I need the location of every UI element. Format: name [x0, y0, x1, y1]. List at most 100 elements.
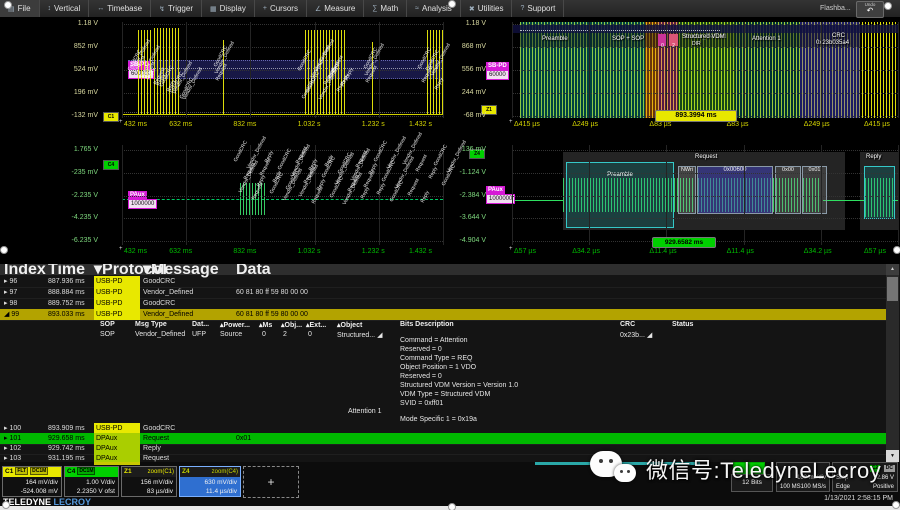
c1-channel-marker[interactable]: C1 [103, 112, 119, 122]
add-trace-button[interactable]: + [243, 466, 299, 498]
y-axis-tick: 852 mV [38, 43, 98, 50]
descriptor-box-c1[interactable]: C1FLTDC1M164 mV/div-524.008 mV [2, 466, 62, 497]
row-data: 60 81 80 ff 59 80 00 00 [236, 287, 308, 298]
sub-col-header[interactable]: ▴Ext... [306, 321, 326, 329]
grid-line-v [898, 22, 899, 118]
selection-handle[interactable] [893, 246, 900, 254]
sub-row-value: 0 [262, 331, 266, 338]
y-axis-tick: 556 mV [426, 66, 486, 73]
scroll-up-button[interactable]: ▲ [886, 264, 899, 275]
decode-frame-header: Vendor_Defined [512, 25, 898, 33]
table-row[interactable]: ◢ 99893.033 msUSB-PDVendor_Defined60 81 … [0, 309, 886, 321]
sub-col-header[interactable]: Msg Type [135, 321, 167, 328]
selection-handle[interactable] [448, 503, 456, 510]
sub-col-header[interactable]: Bits Description [400, 321, 454, 328]
row-protocol-cell: USB-PD [94, 287, 140, 298]
sub-col-header[interactable]: ▴Obj... [281, 321, 302, 329]
menu-item-utilities[interactable]: ✖Utilities [461, 0, 513, 17]
x-axis-tick: Δ34.2 µs [572, 248, 600, 255]
decode-annotation-scribble: GoodCRC [373, 140, 389, 163]
table-header-row: IndexTime▾Protocol▾MessageData [0, 264, 886, 275]
bits-description-line: Object Position = 1 VDO [400, 363, 476, 372]
menu-item-measure[interactable]: ∠Measure [307, 0, 364, 17]
vertical-icon: ↕ [48, 5, 52, 12]
waveform-panel-c4[interactable]: PAux 1000000 GoodCRCVendor_DefinedReques… [122, 145, 443, 245]
col-header-message[interactable]: ▾Message [143, 264, 219, 275]
c4-channel-marker[interactable]: C4 [103, 160, 119, 170]
waveform-panel-z1[interactable]: Vendor_Defined Preamble SOP + SOP 0 2 St… [512, 22, 898, 118]
table-scrollbar[interactable]: ▲ ▼ [886, 264, 899, 462]
sub-col-header[interactable]: Dat... [192, 321, 209, 328]
reply-box [864, 166, 895, 219]
y-axis-tick: -68 mV [426, 112, 486, 119]
grid-line-h [122, 116, 443, 117]
menu-item-label: Utilities [478, 4, 504, 13]
sub-row-value: Structured... ◢ [337, 331, 382, 339]
y-axis-tick: -132 mV [38, 112, 98, 119]
grid-line-h [512, 70, 898, 71]
sub-col-header[interactable]: CRC [620, 321, 635, 328]
menu-item-label: Vertical [54, 4, 80, 13]
x-axis-tick: Δ83 µs [727, 121, 749, 128]
col-header-index[interactable]: Index [4, 264, 46, 275]
menu-item-label: Cursors [270, 4, 298, 13]
menu-item-label: Math [380, 4, 398, 13]
menu-item-timebase[interactable]: ↔Timebase [89, 0, 151, 17]
descriptor-id: Z1 [124, 468, 132, 475]
protocol-results-table[interactable]: IndexTime▾Protocol▾MessageData▸ 96887.93… [0, 264, 900, 466]
grid-line-v [186, 145, 187, 245]
menu-item-vertical[interactable]: ↕Vertical [40, 0, 90, 17]
grid-line-v [122, 145, 123, 245]
waveform-panel-c1[interactable]: SB-PD 600000 GoodCRCVendor_DefinedReques… [122, 22, 443, 118]
trigger-time-marker: + [119, 246, 123, 252]
row-time: 889.752 ms [48, 298, 85, 309]
math-icon: ∑ [372, 5, 377, 12]
x-axis-tick: 832 ms [233, 248, 256, 255]
col-header-time[interactable]: Time [48, 264, 85, 275]
y-axis-tick: 1.765 V [38, 146, 98, 153]
selection-handle[interactable] [2, 501, 10, 509]
grid-line-h [512, 150, 898, 151]
descriptor-box-z1[interactable]: Z1zoom(C1)156 mV/div83 µs/div [121, 466, 177, 497]
menu-item-math[interactable]: ∑Math [364, 0, 407, 17]
x-axis-tick: 632 ms [169, 121, 192, 128]
oscilloscope-app: ▤File↕Vertical↔Timebase↯Trigger▦Display+… [0, 0, 900, 510]
menu-item-support[interactable]: ?Support [512, 0, 564, 17]
sub-col-header[interactable]: ▴Object [337, 321, 362, 329]
decode-bitrate-label: 1000000 [486, 194, 515, 204]
sub-col-header[interactable]: Status [672, 321, 693, 328]
y-axis-tick: 136 mV [426, 146, 486, 153]
x-axis-tick: Δ57 µs [864, 248, 886, 255]
sub-col-header[interactable]: ▴Power... [220, 321, 250, 329]
trigger-time-marker: + [119, 119, 123, 125]
menu-item-trigger[interactable]: ↯Trigger [151, 0, 202, 17]
x-axis-tick: 432 ms [124, 248, 147, 255]
descriptor-header: C4DC1M [65, 467, 118, 477]
scroll-down-button[interactable]: ▼ [886, 450, 899, 462]
selection-handle[interactable] [0, 246, 8, 254]
descriptor-header: Z1zoom(C1) [122, 467, 176, 477]
grid-line-v [744, 145, 745, 245]
descriptor-box-c4[interactable]: C4DC1M1.00 V/div2.2350 V ofst [64, 466, 119, 497]
selection-handle[interactable] [884, 2, 892, 10]
y-axis-tick: -2.384 V [426, 192, 486, 199]
undo-button[interactable]: Undo ↶ [856, 1, 884, 18]
y-axis-tick: -6.235 V [38, 237, 98, 244]
selection-handle[interactable] [448, 0, 456, 8]
crc-band-label: CRC [832, 33, 845, 39]
flashback-label: Flashba... [820, 5, 851, 12]
sub-row-value: Vendor_Defined [135, 331, 185, 338]
waveform-panel-z4[interactable]: Preamble Request NWri 0x00600 0x00 0x01 … [512, 145, 898, 245]
menu-item-display[interactable]: ▦Display [202, 0, 255, 17]
sub-col-header[interactable]: ▴Ms [259, 321, 272, 329]
scrollbar-thumb[interactable] [887, 277, 898, 301]
descriptor-box-z4[interactable]: Z4zoom(C4)630 mV/div11.4 µs/div [179, 466, 241, 497]
x-axis-tick: 1.432 s [409, 248, 432, 255]
menu-item-cursors[interactable]: +Cursors [255, 0, 307, 17]
sub-col-header[interactable]: SOP [100, 321, 115, 328]
selection-handle[interactable] [4, 1, 12, 9]
descriptor-id: C4 [67, 468, 75, 475]
col-header-data[interactable]: Data [236, 264, 271, 275]
timebase-icon: ↔ [97, 5, 104, 12]
selection-handle[interactable] [892, 501, 900, 509]
